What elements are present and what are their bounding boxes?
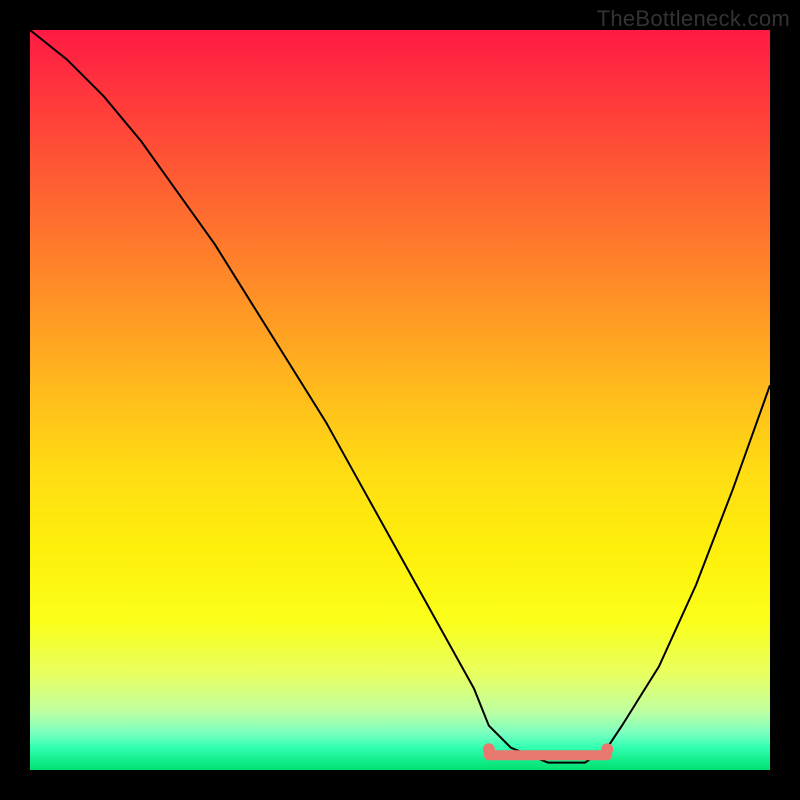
curve-svg (30, 30, 770, 770)
chart-container: TheBottleneck.com (0, 0, 800, 800)
optimal-band-end-icon (601, 743, 613, 755)
plot-area (30, 30, 770, 770)
watermark-text: TheBottleneck.com (597, 6, 790, 32)
bottleneck-curve (30, 30, 770, 763)
optimal-band-start-icon (483, 743, 495, 755)
